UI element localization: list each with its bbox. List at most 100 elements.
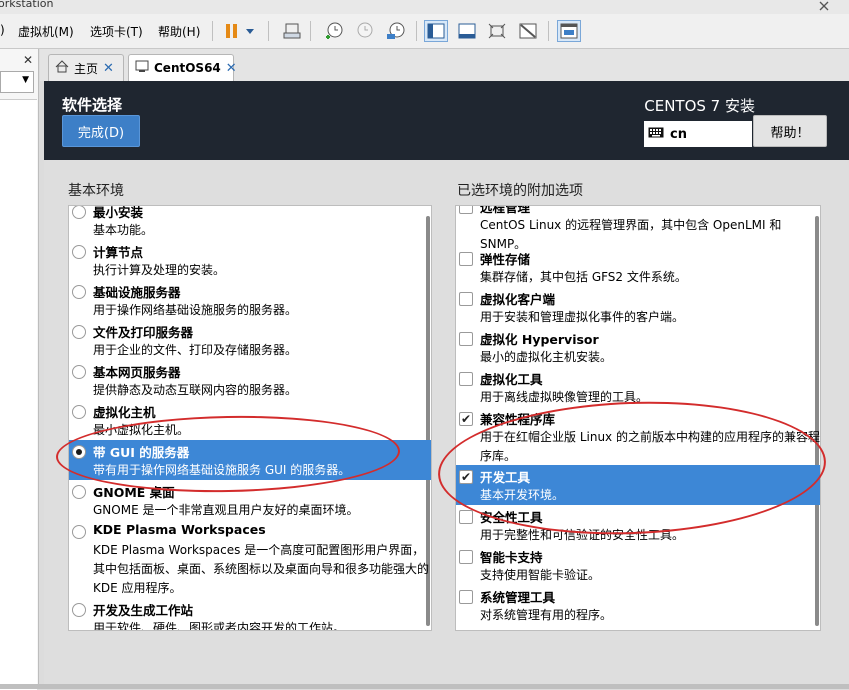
snapshot-manager-icon[interactable]	[384, 20, 408, 42]
window-title: orkstation	[0, 0, 54, 10]
option-title: 弹性存储	[480, 252, 531, 267]
menubar: ) 虚拟机(M) 选项卡(T) 帮助(H)	[0, 14, 849, 49]
base-env-option[interactable]: 带 GUI 的服务器 带有用于操作网络基础设施服务 GUI 的服务器。	[69, 440, 431, 480]
checkbox[interactable]	[459, 510, 473, 524]
keyboard-layout: cn	[670, 126, 687, 142]
stretch-icon[interactable]	[485, 20, 509, 42]
library-search-combo[interactable]: ▼	[0, 71, 34, 93]
option-title: 基本网页服务器	[93, 365, 181, 380]
option-description: 集群存储，其中包括 GFS2 文件系统。	[480, 270, 687, 284]
option-title: 虚拟化客户端	[480, 292, 556, 307]
base-env-option[interactable]: 最小安装 基本功能。	[69, 205, 431, 240]
option-title: 智能卡支持	[480, 550, 543, 565]
option-description: 带有用于操作网络基础设施服务 GUI 的服务器。	[93, 463, 351, 477]
toolbar-separator	[416, 21, 417, 41]
checkbox[interactable]	[459, 550, 473, 564]
close-tab-centos64-icon[interactable]: ✕	[226, 61, 237, 76]
send-keys-icon[interactable]	[280, 20, 304, 42]
base-env-option[interactable]: 基本网页服务器 提供静态及动态互联网内容的服务器。	[69, 360, 431, 400]
checkbox[interactable]	[459, 292, 473, 306]
tab-home[interactable]: 主页 ✕	[48, 54, 124, 81]
option-description: 最小虚拟化主机。	[93, 423, 190, 437]
base-env-list[interactable]: 最小安装 基本功能。 计算节点 执行计算及处理的安装。 基础设施服务器 用于操作网络基础设…	[68, 205, 432, 631]
radio-button[interactable]	[72, 365, 86, 379]
checkbox[interactable]: ✔	[459, 470, 473, 484]
base-env-option[interactable]: 虚拟化主机 最小虚拟化主机。	[69, 400, 431, 440]
option-title: 系统管理工具	[480, 590, 556, 605]
addon-option[interactable]: 系统管理工具对系统管理有用的程序。	[456, 585, 820, 625]
radio-button[interactable]	[72, 206, 86, 219]
base-env-option[interactable]: GNOME 桌面 GNOME 是一个非常直观且用户友好的桌面环境。	[69, 480, 431, 520]
radio-button[interactable]	[72, 405, 86, 419]
menu-tabs[interactable]: 选项卡(T)	[90, 23, 143, 40]
addon-option[interactable]: 智能卡支持 支持使用智能卡验证。	[456, 545, 820, 585]
library-panel: ✕ ▼	[0, 49, 39, 690]
option-description: GNOME 是一个非常直观且用户友好的桌面环境。	[93, 503, 359, 517]
done-button[interactable]: 完成(D)	[62, 115, 140, 147]
base-env-option[interactable]: 文件及打印服务器用于企业的文件、打印及存储服务器。	[69, 320, 431, 360]
option-description: KDE Plasma Workspaces 是一个高度可配置图形用户界面，其中包…	[93, 543, 430, 595]
option-description: 最小的虚拟化主机安装。	[480, 350, 613, 364]
radio-button[interactable]	[72, 525, 86, 539]
option-description: 用于企业的文件、打印及存储服务器。	[93, 343, 298, 357]
close-tab-home-icon[interactable]: ✕	[103, 61, 114, 76]
addon-option[interactable]: ✔ 开发工具 基本开发环境。	[456, 465, 820, 505]
option-description: 用于软件、硬件、图形或者内容开发的工作站。	[93, 621, 346, 631]
library-tree[interactable]	[0, 99, 37, 690]
option-description: 用于离线虚拟映像管理的工具。	[480, 390, 649, 404]
pause-icon[interactable]	[220, 20, 244, 42]
radio-button[interactable]	[72, 325, 86, 339]
tab-centos64[interactable]: CentOS64 ✕	[128, 54, 237, 81]
menu-help[interactable]: 帮助(H)	[158, 23, 200, 40]
addons-heading: 已选环境的附加选项	[457, 183, 583, 199]
addon-option[interactable]: 虚拟化工具用于离线虚拟映像管理的工具。	[456, 367, 820, 407]
addon-option[interactable]: ✔ 兼容性程序库 用于在红帽企业版 Linux 的之前版本中构建的应用程序的兼容程序…	[456, 407, 820, 465]
radio-button[interactable]	[72, 245, 86, 259]
base-env-option[interactable]: KDE Plasma Workspaces KDE Plasma Workspac…	[69, 520, 431, 598]
checkbox[interactable]	[459, 590, 473, 604]
fullscreen-icon[interactable]	[455, 20, 479, 42]
base-env-option[interactable]: 开发及生成工作站 用于软件、硬件、图形或者内容开发的工作站。	[69, 598, 431, 631]
base-env-option[interactable]: 计算节点 执行计算及处理的安装。	[69, 240, 431, 280]
revert-snapshot-icon[interactable]	[352, 20, 376, 42]
checkbox[interactable]: ✔	[459, 412, 473, 426]
addon-option[interactable]: 虚拟化客户端用于安装和管理虚拟化事件的客户端。	[456, 287, 820, 327]
checkbox[interactable]	[459, 332, 473, 346]
radio-button[interactable]	[72, 445, 86, 459]
chevron-down-icon: ▼	[22, 75, 29, 85]
addons-list[interactable]: 远程管理 CentOS Linux 的远程管理界面，其中包含 OpenLMI 和 …	[455, 205, 821, 631]
option-description: 用于在红帽企业版 Linux 的之前版本中构建的应用程序的兼容程序库。	[480, 430, 820, 463]
checkbox[interactable]	[459, 372, 473, 386]
radio-button[interactable]	[72, 485, 86, 499]
radio-button[interactable]	[72, 603, 86, 617]
option-title: 最小安装	[93, 205, 144, 220]
status-bar	[0, 684, 849, 689]
keyboard-indicator[interactable]: cn	[644, 121, 752, 147]
addon-option[interactable]: 虚拟化 Hypervisor 最小的虚拟化主机安装。	[456, 327, 820, 367]
library-icon[interactable]	[557, 20, 581, 42]
checkbox[interactable]	[459, 206, 473, 214]
option-title: 远程管理	[480, 205, 531, 215]
dropdown-icon[interactable]	[242, 20, 258, 42]
help-button[interactable]: 帮助！	[753, 115, 827, 147]
checkbox[interactable]	[459, 252, 473, 266]
close-window-icon[interactable]	[811, 0, 837, 11]
option-description: 用于安装和管理虚拟化事件的客户端。	[480, 310, 685, 324]
base-env-option[interactable]: 基础设施服务器 用于操作网络基础设施服务的服务器。	[69, 280, 431, 320]
menu-file-truncated[interactable]: )	[0, 23, 5, 37]
close-library-icon[interactable]: ✕	[23, 53, 33, 67]
addon-option[interactable]: 安全性工具 用于完整性和可信验证的安全性工具。	[456, 505, 820, 545]
option-title: 文件及打印服务器	[93, 325, 194, 340]
addon-option[interactable]: 弹性存储集群存储，其中包括 GFS2 文件系统。	[456, 247, 820, 287]
console-view-icon[interactable]	[424, 20, 448, 42]
option-title: 虚拟化工具	[480, 372, 543, 387]
home-icon	[55, 60, 69, 76]
tab-centos64-label: CentOS64	[154, 61, 221, 75]
option-description: 对系统管理有用的程序。	[480, 608, 613, 622]
unity-icon[interactable]	[516, 20, 540, 42]
snapshot-icon[interactable]	[322, 20, 346, 42]
addon-option[interactable]: 远程管理 CentOS Linux 的远程管理界面，其中包含 OpenLMI 和 …	[456, 205, 820, 251]
menu-vm[interactable]: 虚拟机(M)	[18, 23, 74, 40]
base-env-heading: 基本环境	[68, 183, 124, 199]
radio-button[interactable]	[72, 285, 86, 299]
